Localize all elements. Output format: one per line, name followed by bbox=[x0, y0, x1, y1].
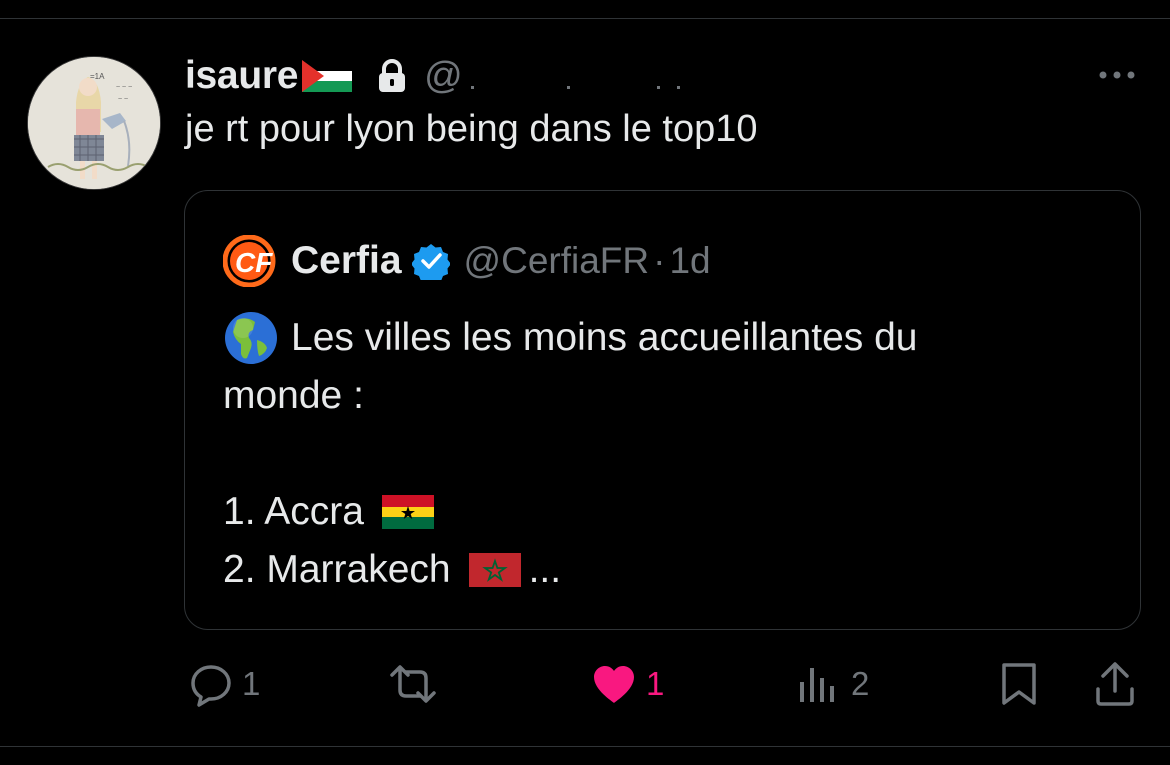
bookmark-button[interactable] bbox=[998, 660, 1040, 708]
cerfia-logo[interactable]: CF bbox=[223, 235, 287, 287]
more-icon bbox=[1099, 71, 1135, 79]
ghana-flag-icon bbox=[381, 495, 434, 529]
svg-text:=1A: =1A bbox=[90, 72, 105, 81]
retweet-button[interactable] bbox=[388, 660, 438, 708]
tweet-text: je rt pour lyon being dans le top10 bbox=[185, 108, 758, 150]
verified-badge-icon bbox=[411, 244, 450, 280]
avatar-drawing-icon: =1A ~ ~ ~ ~ ~ bbox=[28, 57, 160, 189]
bottom-divider bbox=[0, 746, 1170, 747]
reply-count: 1 bbox=[242, 665, 261, 702]
lock-icon bbox=[379, 59, 406, 92]
display-name[interactable]: isaure bbox=[185, 54, 298, 98]
views-count: 2 bbox=[851, 665, 870, 702]
views-button[interactable]: 2 bbox=[797, 660, 869, 708]
quoted-tweet-header: CF Cerfia @CerfiaFR · 1d bbox=[223, 235, 711, 287]
quoted-list-item-2: 2. Marrakech bbox=[223, 548, 451, 591]
share-icon bbox=[1096, 662, 1134, 706]
quoted-display-name[interactable]: Cerfia bbox=[291, 239, 402, 283]
palestine-flag-icon bbox=[302, 60, 353, 92]
tweet-header: isaure @​ bbox=[185, 52, 697, 100]
morocco-flag-icon bbox=[468, 553, 521, 587]
share-button[interactable] bbox=[1094, 660, 1136, 708]
quoted-tweet-text: Les villes les moins accueillantes du mo… bbox=[223, 309, 1103, 599]
reply-icon bbox=[191, 665, 231, 707]
quoted-separator: · bbox=[653, 240, 666, 281]
quoted-time[interactable]: 1d bbox=[669, 240, 710, 282]
handle-redaction bbox=[466, 56, 697, 96]
quoted-ellipsis: ... bbox=[528, 548, 562, 591]
globe-americas-icon bbox=[225, 312, 277, 364]
like-count: 1 bbox=[646, 665, 665, 702]
heart-icon bbox=[594, 666, 634, 703]
user-handle[interactable]: @​ bbox=[424, 55, 463, 98]
reply-button[interactable]: 1 bbox=[188, 660, 260, 708]
bookmark-icon bbox=[1002, 663, 1036, 705]
retweet-icon bbox=[390, 665, 436, 703]
quoted-line-1: Les villes les moins accueillantes du bbox=[291, 316, 918, 359]
svg-text:CF: CF bbox=[235, 247, 273, 278]
views-icon bbox=[800, 668, 834, 702]
quoted-line-2: monde : bbox=[223, 374, 364, 417]
svg-text:~ ~ ~: ~ ~ ~ bbox=[116, 84, 132, 91]
top-divider bbox=[0, 18, 1170, 19]
more-button[interactable] bbox=[1095, 60, 1139, 90]
quoted-tweet[interactable]: CF Cerfia @CerfiaFR · 1d Les villes les … bbox=[184, 190, 1141, 630]
svg-text:~ ~: ~ ~ bbox=[118, 96, 128, 103]
quoted-handle[interactable]: @CerfiaFR bbox=[464, 240, 650, 282]
avatar[interactable]: =1A ~ ~ ~ ~ ~ bbox=[27, 56, 161, 190]
quoted-list-item-1: 1. Accra bbox=[223, 490, 364, 533]
like-button[interactable]: 1 bbox=[590, 660, 664, 708]
